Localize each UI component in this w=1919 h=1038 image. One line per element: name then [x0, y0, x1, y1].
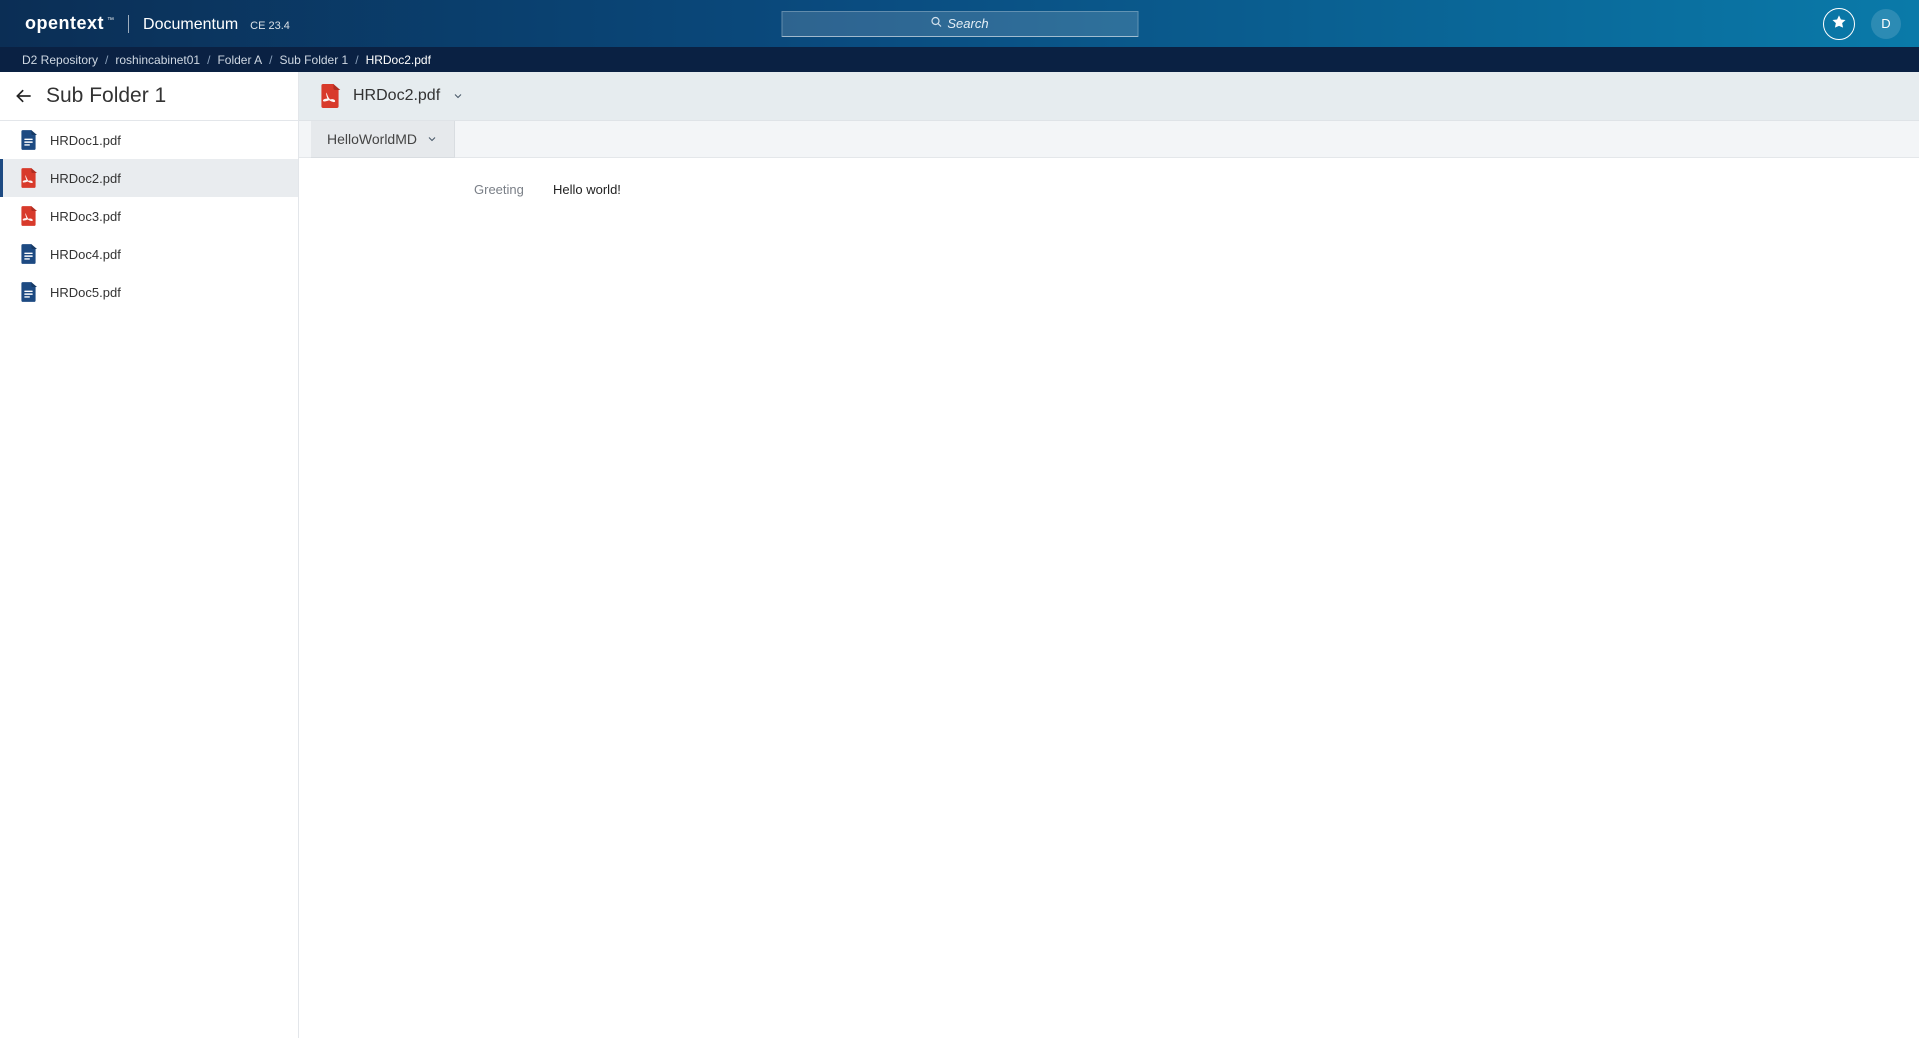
avatar-initial: D: [1881, 16, 1890, 31]
document-menu-toggle[interactable]: [452, 90, 464, 102]
top-header: opentext ™ Documentum CE 23.4 Search D: [0, 0, 1919, 47]
breadcrumb: D2 Repository / roshincabinet01 / Folder A / S…: [0, 47, 1919, 72]
file-item[interactable]: HRDoc5.pdf: [0, 273, 298, 311]
user-avatar[interactable]: D: [1871, 9, 1901, 39]
back-button[interactable]: [14, 86, 34, 106]
breadcrumb-item[interactable]: D2 Repository: [22, 53, 98, 67]
brand-tm: ™: [107, 17, 114, 24]
subtab-helloworldmd[interactable]: HelloWorldMD: [311, 121, 455, 158]
breadcrumb-item[interactable]: Sub Folder 1: [280, 53, 349, 67]
subtab-label: HelloWorldMD: [327, 131, 417, 147]
property-label: Greeting: [474, 182, 529, 197]
sidebar-header: Sub Folder 1: [0, 72, 298, 121]
breadcrumb-separator: /: [207, 53, 210, 67]
brand: opentext ™ Documentum CE 23.4: [25, 13, 290, 34]
pdf-icon: [20, 206, 37, 226]
document-title: HRDoc2.pdf: [353, 87, 440, 105]
breadcrumb-item[interactable]: roshincabinet01: [115, 53, 200, 67]
sidebar: Sub Folder 1 HRDoc1.pdf HRDoc2.pdf HRDoc3.…: [0, 72, 299, 1038]
arrow-left-icon: [14, 86, 34, 106]
sidebar-title: Sub Folder 1: [46, 84, 166, 108]
document-icon: [20, 130, 37, 150]
document-icon: [20, 282, 37, 302]
pdf-icon: [319, 84, 341, 108]
search-input[interactable]: Search: [781, 11, 1138, 37]
search-placeholder: Search: [947, 16, 988, 31]
file-item[interactable]: HRDoc3.pdf: [0, 197, 298, 235]
chevron-down-icon: [426, 133, 438, 145]
subtab-menu-toggle[interactable]: [426, 133, 438, 145]
file-name: HRDoc5.pdf: [50, 285, 121, 300]
file-list: HRDoc1.pdf HRDoc2.pdf HRDoc3.pdf HRDoc4.pdf…: [0, 121, 298, 1038]
content-header: HRDoc2.pdf: [299, 72, 1919, 121]
breadcrumb-separator: /: [269, 53, 272, 67]
brand-separator: [128, 15, 129, 33]
breadcrumb-item[interactable]: Folder A: [217, 53, 262, 67]
breadcrumb-separator: /: [355, 53, 358, 67]
content-pane: HRDoc2.pdf HelloWorldMD Greeting Hello w…: [299, 72, 1919, 1038]
property-row-greeting: Greeting Hello world!: [474, 182, 1919, 197]
breadcrumb-item: HRDoc2.pdf: [366, 53, 431, 67]
properties-panel: Greeting Hello world!: [299, 158, 1919, 1038]
document-icon: [20, 244, 37, 264]
breadcrumb-separator: /: [105, 53, 108, 67]
brand-main: opentext: [25, 13, 104, 34]
file-name: HRDoc4.pdf: [50, 247, 121, 262]
brand-product: Documentum: [143, 16, 238, 34]
property-value: Hello world!: [553, 182, 621, 197]
file-item[interactable]: HRDoc2.pdf: [0, 159, 298, 197]
brand-version: CE 23.4: [250, 20, 290, 32]
global-search[interactable]: Search: [781, 11, 1138, 37]
file-name: HRDoc3.pdf: [50, 209, 121, 224]
chevron-down-icon: [452, 90, 464, 102]
favorites-button[interactable]: [1823, 8, 1855, 40]
pdf-icon: [20, 168, 37, 188]
app-body: Sub Folder 1 HRDoc1.pdf HRDoc2.pdf HRDoc3.…: [0, 72, 1919, 1038]
file-item[interactable]: HRDoc1.pdf: [0, 121, 298, 159]
search-icon: [930, 16, 942, 31]
file-name: HRDoc1.pdf: [50, 133, 121, 148]
subtabs: HelloWorldMD: [299, 121, 1919, 158]
header-actions: D: [1823, 8, 1901, 40]
file-name: HRDoc2.pdf: [50, 171, 121, 186]
star-icon: [1831, 14, 1847, 33]
file-item[interactable]: HRDoc4.pdf: [0, 235, 298, 273]
